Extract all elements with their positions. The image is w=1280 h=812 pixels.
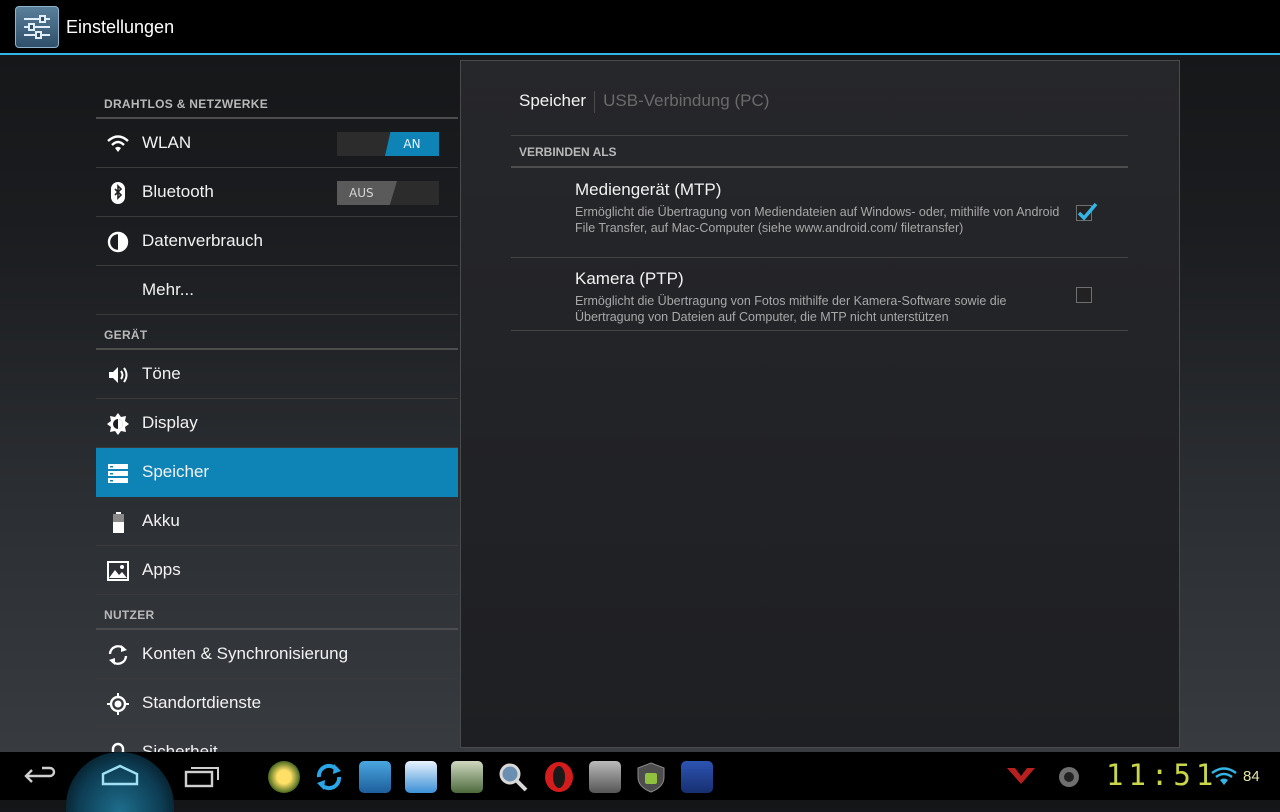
toggle-off-label: AUS xyxy=(337,181,397,205)
lock-icon xyxy=(106,741,130,752)
sidebar-item-label: Konten & Synchronisierung xyxy=(142,644,349,663)
toggle-on-label: AN xyxy=(385,132,439,156)
app-shortcut-icon[interactable] xyxy=(268,761,300,793)
sync-icon xyxy=(106,643,130,667)
home-icon[interactable] xyxy=(100,762,140,790)
sidebar-item-battery[interactable]: Akku xyxy=(96,497,458,546)
recent-apps-icon[interactable] xyxy=(182,762,222,790)
notification-app-icon[interactable] xyxy=(1005,764,1037,788)
battery-level: 84 xyxy=(1243,768,1260,785)
option-title: Kamera (PTP) xyxy=(575,269,684,288)
sidebar-item-label: Töne xyxy=(142,364,181,383)
sidebar-item-label: Akku xyxy=(142,511,180,530)
opera-icon[interactable] xyxy=(543,761,575,793)
ptp-option[interactable]: Kamera (PTP) Ermöglicht die Übertragung … xyxy=(575,269,1115,325)
storage-icon xyxy=(106,461,130,485)
speaker-icon xyxy=(106,363,130,387)
clock[interactable]: 11:51 xyxy=(1106,758,1218,792)
action-bar: Einstellungen xyxy=(0,0,1280,55)
detail-tabs: Speicher USB-Verbindung (PC) xyxy=(519,91,769,113)
android-shield-icon[interactable] xyxy=(635,761,667,793)
app-title: Einstellungen xyxy=(66,17,175,37)
sidebar-item-display[interactable]: Display xyxy=(96,399,458,448)
wifi-icon xyxy=(106,132,130,156)
data-usage-icon xyxy=(106,230,130,254)
sidebar-item-more[interactable]: Mehr... xyxy=(96,266,458,315)
sidebar-item-data-usage[interactable]: Datenverbrauch xyxy=(96,217,458,266)
sync-app-icon[interactable] xyxy=(313,761,345,793)
back-icon[interactable] xyxy=(22,762,58,790)
option-summary: Ermöglicht die Übertragung von Mediendat… xyxy=(575,205,1060,235)
bluetooth-icon xyxy=(106,181,130,205)
wlan-toggle[interactable]: AN xyxy=(337,132,439,156)
save-app-icon[interactable] xyxy=(681,761,713,793)
tab-separator xyxy=(594,91,596,113)
preference-category-header: VERBINDEN ALS xyxy=(519,145,617,159)
option-summary: Ermöglicht die Übertragung von Fotos mit… xyxy=(575,294,1007,324)
option-divider xyxy=(511,330,1128,331)
sidebar-item-label: Display xyxy=(142,413,198,432)
option-title: Mediengerät (MTP) xyxy=(575,180,722,199)
sidebar-item-storage[interactable]: Speicher xyxy=(96,448,458,497)
tab-storage[interactable]: Speicher xyxy=(519,91,586,110)
sidebar-item-label: Sicherheit xyxy=(142,742,218,752)
sidebar-item-bluetooth[interactable]: Bluetooth AUS xyxy=(96,168,458,217)
brightness-icon xyxy=(106,412,130,436)
battery-icon xyxy=(106,510,130,534)
mtp-option[interactable]: Mediengerät (MTP) Ermöglicht die Übertra… xyxy=(575,180,1115,236)
sidebar-item-accounts-sync[interactable]: Konten & Synchronisierung xyxy=(96,630,458,679)
section-header-device: GERÄT xyxy=(96,315,458,350)
ptp-checkbox[interactable] xyxy=(1076,287,1092,303)
sidebar-item-label: Bluetooth xyxy=(142,182,214,201)
tab-usb-connection[interactable]: USB-Verbindung (PC) xyxy=(603,91,769,110)
key-app-icon[interactable] xyxy=(359,761,391,793)
section-header-wireless: DRAHTLOS & NETZWERKE xyxy=(96,84,458,119)
monitor-app-icon[interactable] xyxy=(589,761,621,793)
search-app-icon[interactable] xyxy=(497,761,529,793)
sidebar-item-apps[interactable]: Apps xyxy=(96,546,458,595)
sidebar-item-wlan[interactable]: WLAN AN xyxy=(96,119,458,168)
sidebar-item-location[interactable]: Standortdienste xyxy=(96,679,458,728)
sidebar-item-label: Speicher xyxy=(142,462,210,481)
category-divider xyxy=(511,166,1128,168)
sidebar-item-label: Mehr... xyxy=(142,280,194,299)
mtp-checkbox[interactable] xyxy=(1076,202,1098,221)
gear-icon[interactable] xyxy=(1055,763,1083,791)
mail-app-icon[interactable] xyxy=(405,761,437,793)
sidebar-item-label: WLAN xyxy=(142,133,192,152)
bluetooth-toggle[interactable]: AUS xyxy=(337,181,439,205)
option-divider xyxy=(511,257,1128,258)
section-header-user: NUTZER xyxy=(96,595,458,630)
settings-app-icon[interactable] xyxy=(15,6,59,48)
sidebar-item-security[interactable]: Sicherheit xyxy=(96,728,458,752)
location-icon xyxy=(106,692,130,716)
tabs-divider xyxy=(511,135,1128,136)
sidebar-item-label: Standortdienste xyxy=(142,693,262,712)
sidebar-item-label: Apps xyxy=(142,560,181,579)
apps-icon xyxy=(106,559,130,583)
gallery-app-icon[interactable] xyxy=(451,761,483,793)
settings-sidebar: DRAHTLOS & NETZWERKE WLAN AN Bluetooth A… xyxy=(96,84,458,752)
checkmark-icon xyxy=(1077,202,1098,221)
sidebar-item-label: Datenverbrauch xyxy=(142,231,263,250)
storage-detail-panel: Speicher USB-Verbindung (PC) VERBINDEN AL… xyxy=(460,60,1180,748)
sidebar-item-sound[interactable]: Töne xyxy=(96,350,458,399)
wifi-signal-icon xyxy=(1211,767,1237,785)
